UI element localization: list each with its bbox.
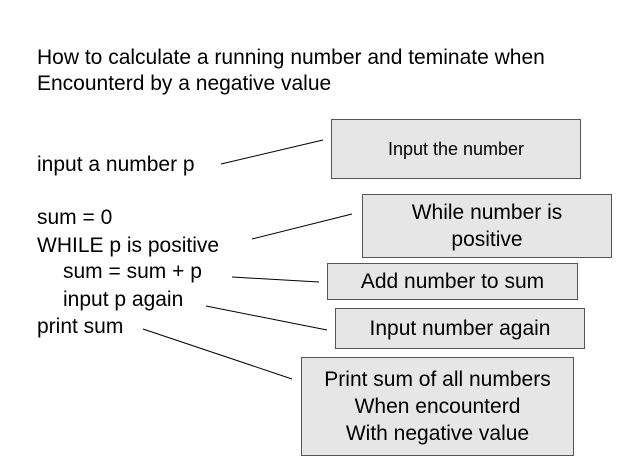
- connector-add: [231, 276, 320, 283]
- connector-input-again: [205, 305, 328, 331]
- connector-lines: [142, 139, 353, 380]
- connector-while: [251, 213, 353, 240]
- connector-print: [142, 328, 293, 380]
- connector-input: [220, 139, 324, 165]
